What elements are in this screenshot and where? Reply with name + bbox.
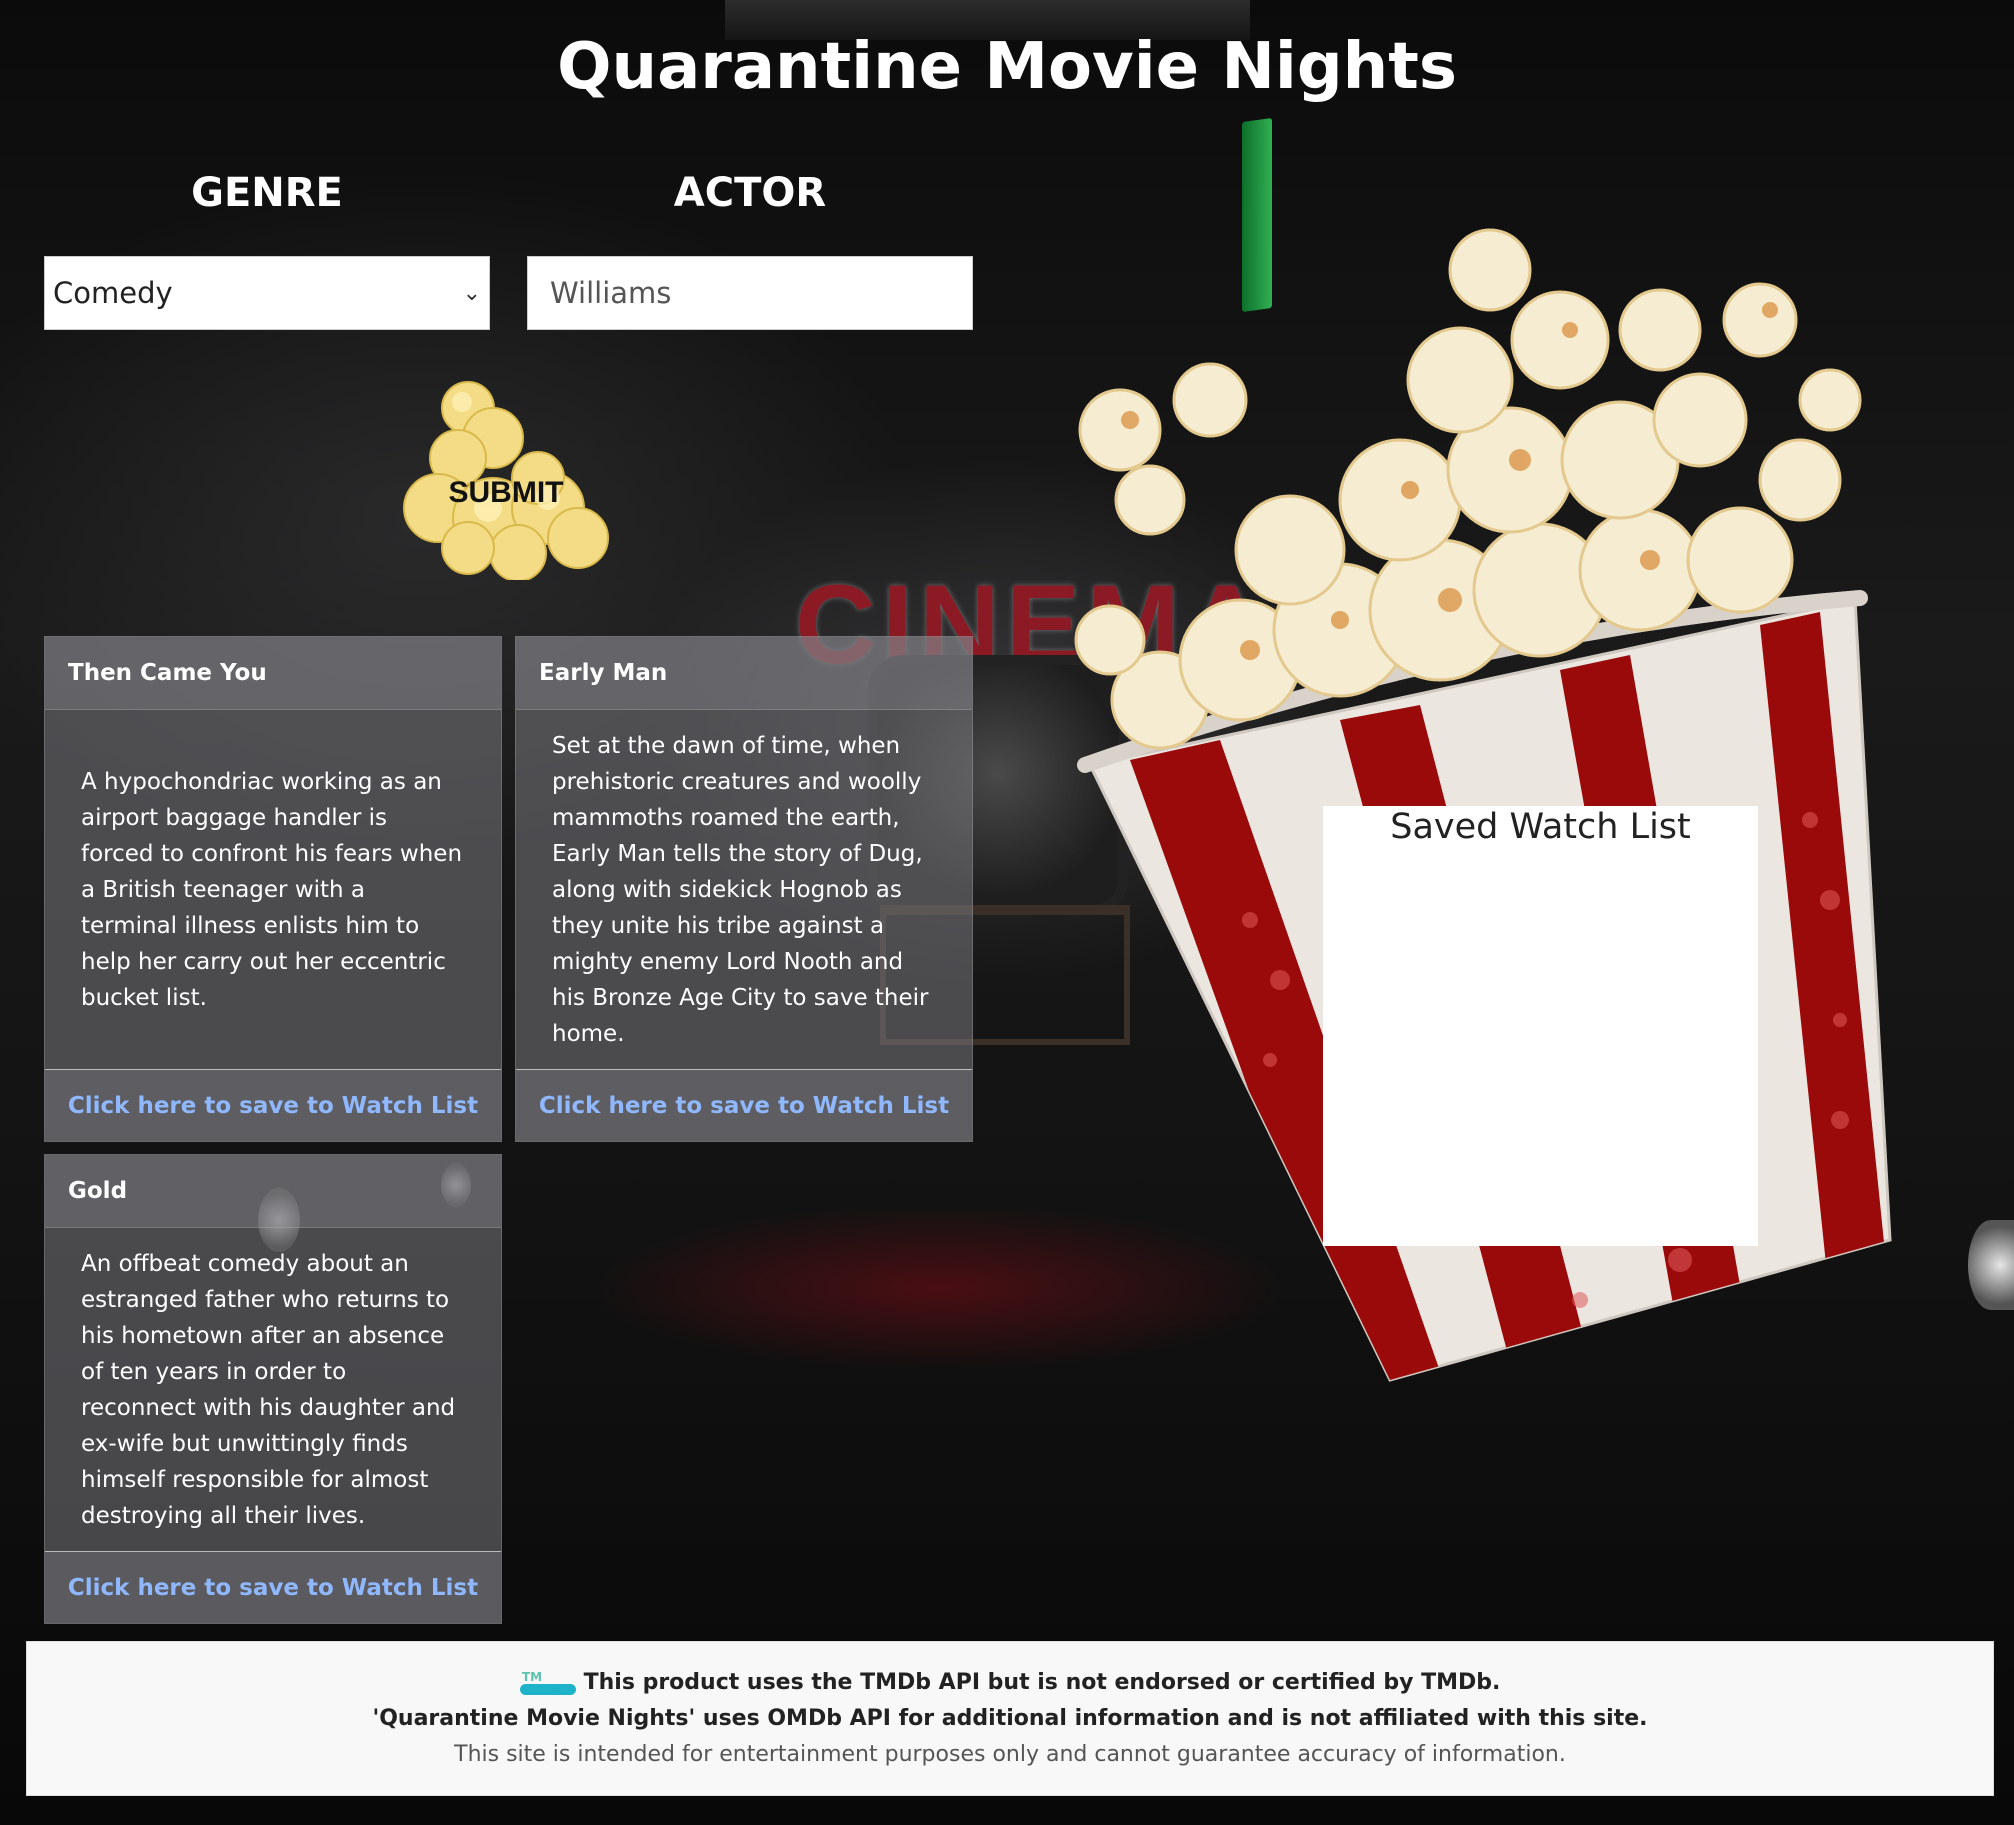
popcorn-kernel-icon: [403, 381, 609, 580]
chevron-down-icon: ⌄: [462, 280, 481, 306]
actor-input-value: Williams: [550, 276, 672, 310]
movie-overview: Set at the dawn of time, when prehistori…: [552, 732, 929, 1047]
movie-card: Then Came You A hypochondriac working as…: [44, 636, 502, 1142]
saved-watch-list: Saved Watch List: [1323, 806, 1758, 1246]
footer-attribution-tmdb: TM DB This product uses the TMDb API but…: [519, 1665, 1501, 1701]
genre-label: GENRE: [191, 170, 343, 216]
saved-watch-list-title: Saved Watch List: [1390, 807, 1691, 847]
footer-line-2: 'Quarantine Movie Nights' uses OMDb API …: [372, 1705, 1648, 1731]
page-title: Quarantine Movie Nights: [557, 30, 1457, 104]
footer-line-3: This site is intended for entertainment …: [454, 1741, 1566, 1767]
genre-select[interactable]: Comedy ⌄: [44, 256, 490, 330]
footer: TM DB This product uses the TMDb API but…: [26, 1641, 1994, 1796]
movie-overview: An offbeat comedy about an estranged fat…: [81, 1250, 456, 1529]
submit-label: SUBMIT: [448, 476, 564, 509]
movie-card: Gold An offbeat comedy about an estrange…: [44, 1154, 502, 1624]
save-to-watch-list-link[interactable]: Click here to save to Watch List: [45, 1551, 501, 1623]
save-to-watch-list-link[interactable]: Click here to save to Watch List: [45, 1069, 501, 1141]
svg-text:DB: DB: [554, 1684, 572, 1697]
movie-title: Early Man: [516, 637, 972, 710]
movie-title: Then Came You: [45, 637, 501, 710]
movie-card: Early Man Set at the dawn of time, when …: [515, 636, 973, 1142]
movie-overview: A hypochondriac working as an airport ba…: [81, 768, 463, 1011]
save-to-watch-list-link[interactable]: Click here to save to Watch List: [516, 1069, 972, 1141]
footer-line-1: This product uses the TMDb API but is no…: [583, 1669, 1501, 1695]
submit-button[interactable]: SUBMIT: [398, 368, 620, 580]
actor-input[interactable]: Williams: [527, 256, 973, 330]
genre-selected-value: Comedy: [53, 276, 173, 310]
movie-title: Gold: [45, 1155, 501, 1228]
actor-label: ACTOR: [673, 170, 827, 216]
tmdb-logo-icon: TM DB: [519, 1670, 576, 1697]
svg-text:TM: TM: [522, 1670, 542, 1684]
background-wall-light: [1968, 1220, 2014, 1310]
